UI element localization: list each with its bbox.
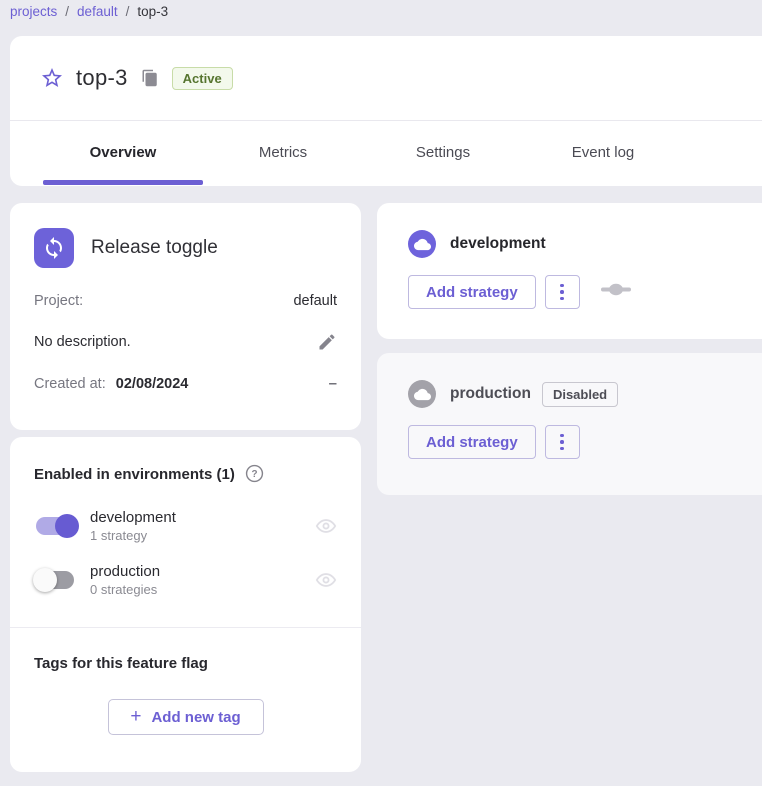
loop-icon xyxy=(34,228,74,268)
breadcrumb-separator: / xyxy=(65,4,69,19)
environment-strategy-count: 1 strategy xyxy=(90,528,315,543)
tab-bar: Overview Metrics Settings Event log xyxy=(10,120,762,185)
tab-overview-label: Overview xyxy=(90,144,157,161)
breadcrumb: projects / default / top-3 xyxy=(10,4,168,19)
toggle-thumb xyxy=(33,568,57,592)
flag-overview-card: Release toggle Project: default No descr… xyxy=(10,203,361,430)
environment-row-production: production 0 strategies xyxy=(34,563,337,597)
tab-overview[interactable]: Overview xyxy=(43,121,203,185)
tab-settings[interactable]: Settings xyxy=(363,121,523,185)
left-column: Release toggle Project: default No descr… xyxy=(10,203,361,772)
environment-name: production xyxy=(90,563,315,580)
project-row: Project: default xyxy=(34,293,337,309)
environment-row-development: development 1 strategy xyxy=(34,509,337,543)
question-circle-icon[interactable]: ? xyxy=(245,464,265,484)
active-tab-underline xyxy=(43,180,203,185)
flag-type-label: Release toggle xyxy=(91,237,218,259)
favorite-star-icon[interactable] xyxy=(40,66,64,90)
created-at-row: Created at: 02/08/2024 – xyxy=(34,375,337,392)
eye-icon[interactable] xyxy=(315,515,337,537)
environment-panel-name: development xyxy=(450,235,546,253)
svg-text:?: ? xyxy=(251,469,257,480)
created-at-label: Created at: xyxy=(34,376,106,392)
toggle-development[interactable] xyxy=(34,514,80,538)
environment-panel-production: production Disabled Add strategy xyxy=(377,353,762,495)
toggle-thumb xyxy=(55,514,79,538)
disabled-badge: Disabled xyxy=(542,382,618,407)
description-text: No description. xyxy=(34,334,131,350)
add-strategy-button[interactable]: Add strategy xyxy=(408,425,536,459)
cloud-icon xyxy=(408,380,436,408)
breadcrumb-separator: / xyxy=(126,4,130,19)
enabled-environments-section: Enabled in environments (1) ? developmen… xyxy=(10,437,361,627)
add-new-tag-button[interactable]: + Add new tag xyxy=(108,699,264,735)
page-title: top-3 xyxy=(76,65,128,91)
enabled-environments-title: Enabled in environments (1) xyxy=(34,466,235,483)
breadcrumb-current: top-3 xyxy=(137,4,168,19)
eye-icon[interactable] xyxy=(315,569,337,591)
tab-settings-label: Settings xyxy=(416,144,470,161)
right-column: development Add strategy production Disa… xyxy=(377,203,762,495)
kebab-menu-icon[interactable] xyxy=(545,425,580,459)
breadcrumb-link-default[interactable]: default xyxy=(77,4,118,19)
environment-strategy-count: 0 strategies xyxy=(90,582,315,597)
tab-metrics-label: Metrics xyxy=(259,144,307,161)
status-badge: Active xyxy=(172,67,233,90)
project-label: Project: xyxy=(34,293,83,309)
tags-title: Tags for this feature flag xyxy=(34,655,337,672)
tab-metrics[interactable]: Metrics xyxy=(203,121,363,185)
tags-section: Tags for this feature flag + Add new tag xyxy=(10,628,361,762)
tab-event-log-label: Event log xyxy=(572,144,635,161)
description-row: No description. xyxy=(34,332,337,352)
add-new-tag-label: Add new tag xyxy=(151,709,240,726)
flag-type-row: Release toggle xyxy=(34,228,337,268)
plus-icon: + xyxy=(130,706,141,728)
pencil-icon[interactable] xyxy=(317,332,337,352)
feature-title-row: top-3 Active xyxy=(10,36,762,120)
toggle-production[interactable] xyxy=(34,568,80,592)
environments-and-tags-card: Enabled in environments (1) ? developmen… xyxy=(10,437,361,772)
environment-name: development xyxy=(90,509,315,526)
collapse-dash[interactable]: – xyxy=(329,375,337,392)
environment-panel-development: development Add strategy xyxy=(377,203,762,339)
copy-icon[interactable] xyxy=(141,69,159,87)
feature-header-card: top-3 Active Overview Metrics Settings E… xyxy=(10,36,762,186)
kebab-menu-icon[interactable] xyxy=(545,275,580,309)
strategy-indicator-icon xyxy=(601,283,631,301)
breadcrumb-link-projects[interactable]: projects xyxy=(10,4,57,19)
project-value: default xyxy=(293,293,337,309)
add-strategy-button[interactable]: Add strategy xyxy=(408,275,536,309)
tab-event-log[interactable]: Event log xyxy=(523,121,683,185)
environment-panel-name: production xyxy=(450,385,531,403)
created-at-value: 02/08/2024 xyxy=(116,376,189,392)
cloud-icon xyxy=(408,230,436,258)
